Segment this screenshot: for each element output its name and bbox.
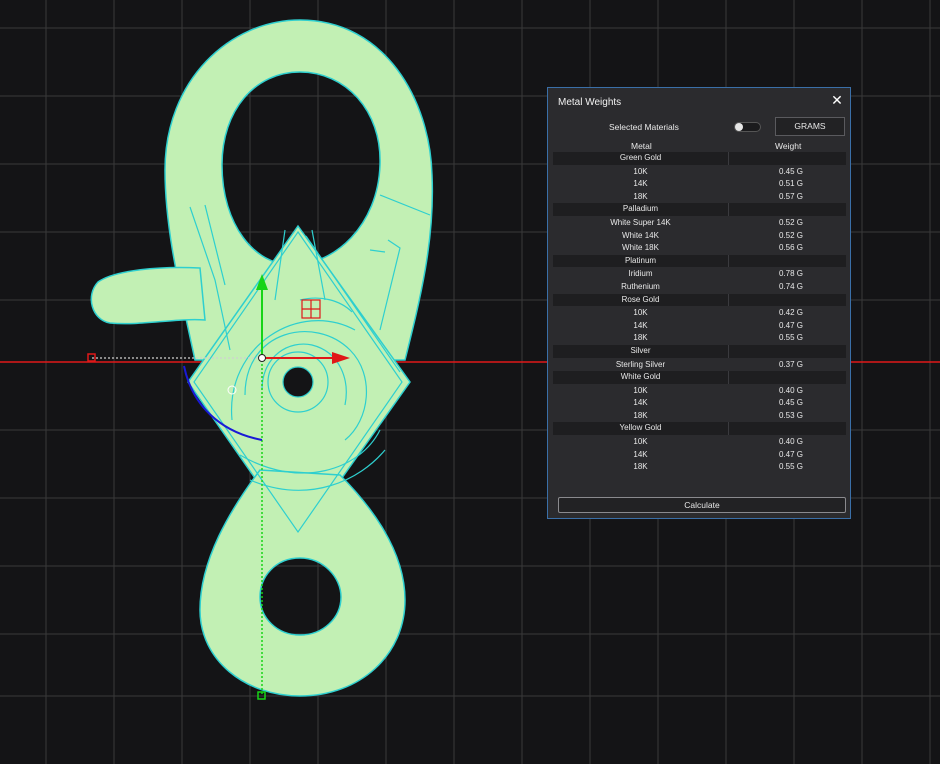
- metal-cell: 18K: [633, 410, 648, 420]
- metal-cell: White 18K: [622, 243, 659, 253]
- metal-weights-panel: Metal Weights ✕ Selected Materials GRAMS…: [547, 87, 851, 519]
- weight-cell: 0.42 G: [779, 308, 804, 318]
- table-row: Iridium 0.78 G: [553, 268, 846, 281]
- table-row: White 18K 0.56 G: [553, 242, 846, 255]
- metal-cell: 14K: [633, 398, 648, 408]
- weight-cell: 0.74 G: [779, 281, 804, 291]
- weights-table: Green Gold 10K 0.45 G 14K 0.51 G 18K 0.57 G…: [553, 152, 846, 474]
- metal-cell: 10K: [633, 437, 648, 447]
- metal-cell: 10K: [633, 166, 648, 176]
- weight-cell: 0.40 G: [779, 385, 804, 395]
- weight-cell: 0.45 G: [779, 166, 804, 176]
- table-row: 14K 0.51 G: [553, 178, 846, 191]
- weight-cell: 0.52 G: [779, 230, 804, 240]
- column-header-weight: Weight: [775, 141, 802, 151]
- weight-cell: 0.52 G: [779, 217, 804, 227]
- metal-cell: 18K: [633, 462, 648, 472]
- column-header-metal: Metal: [631, 141, 652, 151]
- table-row: 10K 0.45 G: [553, 166, 846, 179]
- metal-cell: White 14K: [622, 230, 659, 240]
- close-icon[interactable]: ✕: [830, 93, 844, 107]
- group-name: Green Gold: [619, 153, 662, 162]
- weight-cell: 0.55 G: [779, 333, 804, 343]
- weight-cell: 0.47 G: [779, 320, 804, 330]
- metal-cell: 10K: [633, 308, 648, 318]
- metal-cell: Sterling Silver: [615, 359, 666, 369]
- group-name: Rose Gold: [621, 294, 660, 304]
- metal-cell: Ruthenium: [621, 281, 660, 291]
- selected-materials-label: Selected Materials: [609, 122, 679, 132]
- group-row: Palladium: [553, 203, 846, 217]
- weight-cell: 0.51 G: [779, 179, 804, 189]
- table-row: 10K 0.40 G: [553, 436, 846, 449]
- toggle-knob: [735, 123, 743, 131]
- table-row: White 14K 0.52 G: [553, 230, 846, 243]
- table-row: Ruthenium 0.74 G: [553, 281, 846, 294]
- group-row: Green Gold: [553, 152, 846, 166]
- weight-cell: 0.37 G: [779, 359, 804, 369]
- group-name: White Gold: [620, 372, 661, 382]
- weight-cell: 0.57 G: [779, 191, 804, 201]
- metal-cell: 14K: [633, 449, 648, 459]
- group-name: Platinum: [624, 255, 657, 265]
- selected-materials-toggle[interactable]: [734, 122, 761, 132]
- table-row: 14K 0.45 G: [553, 397, 846, 410]
- table-row: Sterling Silver 0.37 G: [553, 359, 846, 372]
- gumball-center[interactable]: [258, 354, 266, 362]
- table-row: 14K 0.47 G: [553, 320, 846, 333]
- metal-cell: 14K: [633, 320, 648, 330]
- group-row: Platinum: [553, 254, 846, 269]
- group-row: White Gold: [553, 371, 846, 385]
- weight-cell: 0.56 G: [779, 243, 804, 253]
- calculate-button[interactable]: Calculate: [558, 497, 846, 513]
- table-row: 18K 0.57 G: [553, 191, 846, 204]
- metal-cell: 18K: [633, 191, 648, 201]
- weight-cell: 0.55 G: [779, 462, 804, 472]
- table-row: 18K 0.53 G: [553, 410, 846, 423]
- table-row: 10K 0.40 G: [553, 385, 846, 398]
- group-name: Silver: [630, 345, 651, 355]
- units-button[interactable]: GRAMS: [775, 117, 845, 136]
- weight-cell: 0.47 G: [779, 449, 804, 459]
- group-name: Palladium: [622, 204, 659, 214]
- table-row: 18K 0.55 G: [553, 461, 846, 474]
- table-row: 10K 0.42 G: [553, 307, 846, 320]
- weight-cell: 0.45 G: [779, 398, 804, 408]
- metal-cell: Iridium: [628, 269, 653, 279]
- table-row: 14K 0.47 G: [553, 449, 846, 462]
- metal-cell: 18K: [633, 333, 648, 343]
- group-name: Yellow Gold: [619, 423, 662, 433]
- group-row: Silver: [553, 344, 846, 359]
- metal-cell: 14K: [633, 179, 648, 189]
- table-row: White Super 14K 0.52 G: [553, 217, 846, 230]
- metal-cell: White Super 14K: [610, 217, 671, 227]
- group-row: Yellow Gold: [553, 422, 846, 437]
- weight-cell: 0.53 G: [779, 410, 804, 420]
- group-row: Rose Gold: [553, 293, 846, 308]
- table-row: 18K 0.55 G: [553, 332, 846, 345]
- panel-title: Metal Weights: [558, 97, 622, 108]
- weight-cell: 0.78 G: [779, 269, 804, 279]
- metal-cell: 10K: [633, 385, 648, 395]
- weight-cell: 0.40 G: [779, 437, 804, 447]
